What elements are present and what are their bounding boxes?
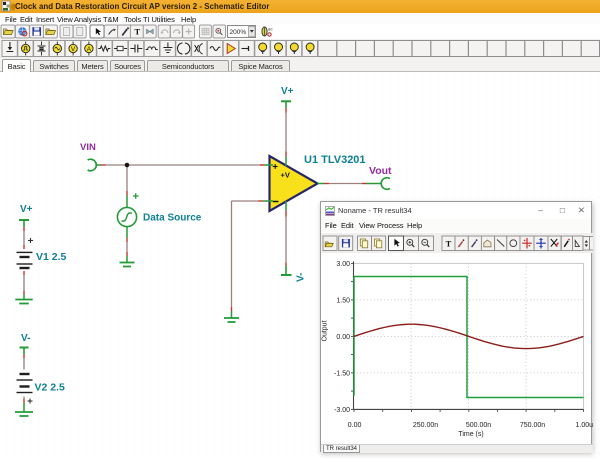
svg-text:-1.50: -1.50	[334, 370, 350, 377]
svg-text:VIN: VIN	[80, 142, 96, 153]
svg-text:1.50: 1.50	[336, 297, 350, 304]
svg-text:200%: 200%	[230, 29, 247, 36]
svg-text:Time (s): Time (s)	[458, 431, 483, 438]
svg-text:V-: V-	[21, 333, 30, 344]
svg-text:V2 2.5: V2 2.5	[35, 382, 66, 394]
svg-text:750.00n: 750.00n	[520, 422, 545, 429]
svg-text:Data Source: Data Source	[143, 213, 202, 224]
svg-text:500.00n: 500.00n	[466, 422, 491, 429]
svg-text:V+: V+	[20, 204, 33, 215]
svg-text:V1 2.5: V1 2.5	[36, 251, 67, 263]
svg-text:A: A	[87, 46, 92, 53]
svg-text:3.00: 3.00	[336, 261, 350, 268]
svg-text:0.00: 0.00	[336, 334, 350, 341]
svg-text:1.00u: 1.00u	[576, 422, 593, 429]
svg-text:+V: +V	[281, 171, 290, 180]
svg-text:T: T	[446, 238, 452, 248]
svg-text:250.00n: 250.00n	[413, 422, 438, 429]
svg-text:V+: V+	[281, 86, 294, 97]
svg-text:ac: ac	[268, 27, 274, 32]
svg-text:V: V	[71, 46, 76, 53]
svg-text:Output: Output	[322, 320, 329, 341]
svg-text:U1 TLV3201: U1 TLV3201	[304, 154, 366, 166]
svg-text:-3.00: -3.00	[334, 407, 350, 414]
svg-text:V-: V-	[296, 273, 307, 282]
svg-text:T: T	[134, 27, 140, 37]
svg-text:Vout: Vout	[369, 165, 392, 177]
svg-text:0.00: 0.00	[348, 422, 362, 429]
